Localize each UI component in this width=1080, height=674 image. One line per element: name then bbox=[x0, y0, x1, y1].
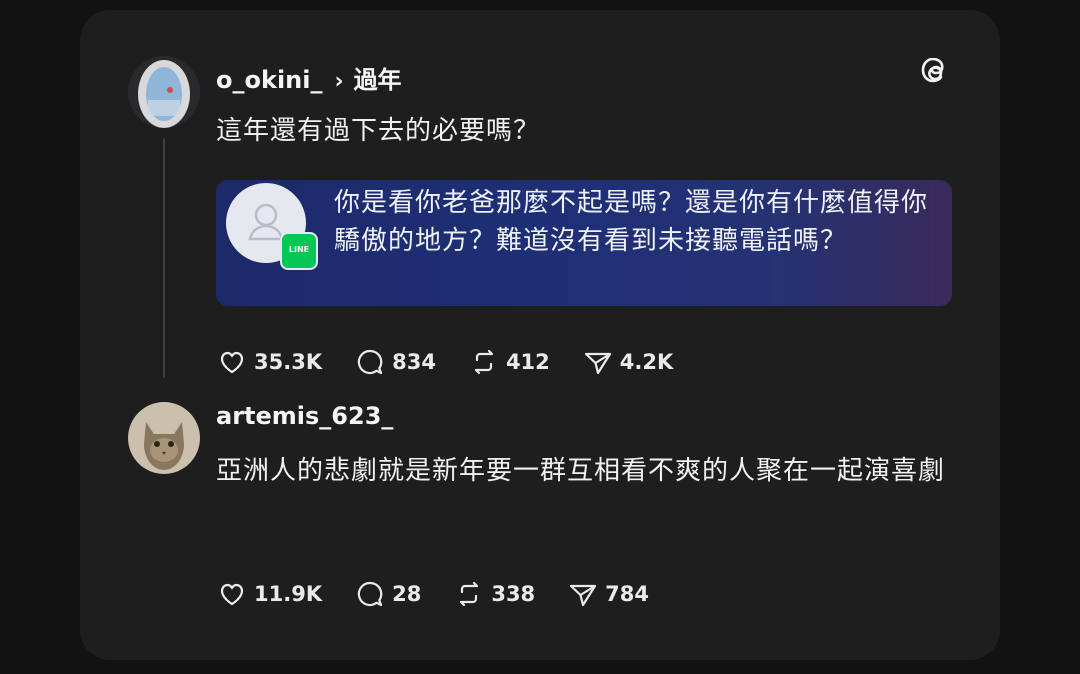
repost-icon bbox=[460, 581, 479, 607]
reply-button[interactable]: 28 bbox=[354, 578, 421, 610]
username-o-okini[interactable]: o_okini_ bbox=[216, 66, 322, 94]
chevron-right-icon: › bbox=[334, 69, 344, 94]
avatar-o-okini[interactable] bbox=[128, 56, 200, 128]
share-icon bbox=[584, 352, 611, 375]
avatar-artemis-623[interactable] bbox=[128, 402, 200, 474]
line-message-embed[interactable]: LINE 你是看你老爸那麼不起是嗎？還是你有什麼值得你驕傲的地方？難道沒有看到未… bbox=[216, 180, 952, 306]
line-message-text: 你是看你老爸那麼不起是嗎？還是你有什麼值得你驕傲的地方？難道沒有看到未接聽電話嗎… bbox=[334, 188, 929, 256]
heart-icon bbox=[220, 583, 244, 606]
repost-count: 412 bbox=[505, 350, 550, 374]
post-text-1: 這年還有過下去的必要嗎？ bbox=[216, 116, 541, 146]
thread-connector-line bbox=[163, 138, 165, 378]
share-button[interactable]: 784 bbox=[567, 578, 649, 610]
username-artemis-623[interactable]: artemis_623_ bbox=[216, 402, 393, 430]
share-button[interactable]: 4.2K bbox=[582, 346, 673, 378]
heart-icon bbox=[220, 351, 244, 374]
reply-icon bbox=[357, 349, 383, 375]
share-count: 784 bbox=[605, 582, 650, 606]
like-count: 35.3K bbox=[254, 350, 323, 374]
topic-tag[interactable]: 過年 bbox=[354, 66, 402, 94]
repost-button[interactable]: 412 bbox=[468, 346, 550, 378]
line-app-icon: LINE bbox=[280, 232, 318, 270]
reply-button[interactable]: 834 bbox=[354, 346, 436, 378]
like-button[interactable]: 11.9K bbox=[216, 578, 322, 610]
post-actions-1: 35.3K 834 412 4.2K bbox=[216, 346, 705, 378]
post-actions-2: 11.9K 28 338 784 bbox=[216, 578, 681, 610]
repost-count: 338 bbox=[491, 582, 536, 606]
reply-icon bbox=[357, 581, 383, 607]
post-header: o_okini_ › 過年 bbox=[216, 60, 402, 95]
like-button[interactable]: 35.3K bbox=[216, 346, 322, 378]
share-count: 4.2K bbox=[619, 350, 674, 374]
reply-count: 834 bbox=[392, 350, 436, 374]
repost-button[interactable]: 338 bbox=[453, 578, 535, 610]
threads-logo-icon[interactable] bbox=[919, 58, 951, 90]
post-text-2: 亞洲人的悲劇就是新年要一群互相看不爽的人聚在一起演喜劇 bbox=[216, 456, 946, 486]
repost-icon bbox=[474, 349, 494, 375]
reply-count: 28 bbox=[392, 582, 422, 606]
like-count: 11.9K bbox=[254, 582, 323, 606]
share-icon bbox=[570, 584, 597, 607]
